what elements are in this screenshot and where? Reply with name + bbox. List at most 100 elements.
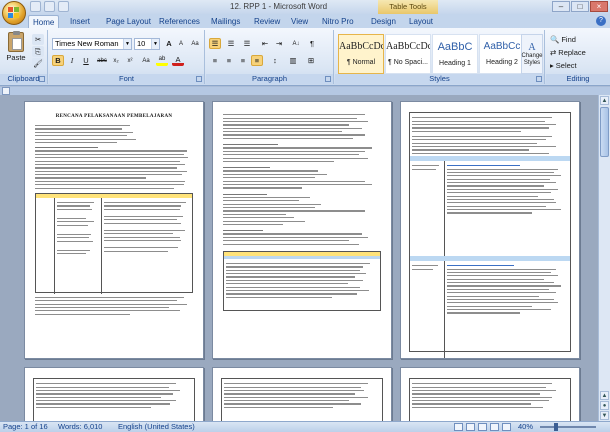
show-formatting-icon[interactable]: ¶ [306,38,318,49]
tab-nitro-pro[interactable]: Nitro Pro [318,15,358,28]
word-count[interactable]: Words: 6,010 [58,422,102,432]
document-page-5[interactable] [212,367,392,421]
font-name-select[interactable]: Times New Roman ▼ [52,38,132,50]
document-area[interactable]: RENCANA PELAKSANAAN PEMBELAJARAN [0,95,598,421]
style-normal[interactable]: AaBbCcDc ¶ Normal [338,34,384,74]
minimize-button[interactable]: – [552,1,570,12]
redo-icon[interactable] [58,1,69,12]
ruler-strip [0,87,610,95]
paragraph-launcher[interactable] [325,76,331,82]
undo-icon[interactable] [44,1,55,12]
style-name: ¶ No Spaci... [388,59,428,66]
vertical-scrollbar[interactable]: ▲ ▲ ● ▼ [598,95,610,421]
scrollbar-thumb[interactable] [600,107,609,157]
change-styles-label: Change Styles [521,52,543,66]
font-size-select[interactable]: 10 ▼ [134,38,160,50]
replace-icon: ⇄ [550,48,557,57]
italic-button[interactable]: I [66,55,78,66]
bullets-icon[interactable]: ☰ [209,38,221,49]
tab-page-layout[interactable]: Page Layout [102,15,155,28]
tab-layout[interactable]: Layout [405,15,437,28]
cut-icon[interactable]: ✂ [32,34,44,45]
align-right-icon[interactable]: ≡ [237,55,249,66]
font-color-button[interactable]: A [172,55,184,66]
font-launcher[interactable] [196,76,202,82]
save-icon[interactable] [30,1,41,12]
numbering-icon[interactable]: ☰ [225,38,237,49]
format-painter-icon[interactable]: 🖌 [32,58,44,69]
styles-launcher[interactable] [536,76,542,82]
subscript-icon[interactable]: x₂ [110,55,122,66]
multilevel-list-icon[interactable]: ☰ [241,38,253,49]
zoom-level[interactable]: 40% [518,422,533,432]
shading-icon[interactable]: ▥ [287,55,299,66]
borders-icon[interactable]: ⊞ [305,55,317,66]
decrease-indent-icon[interactable]: ⇤ [259,38,271,49]
document-page-1[interactable]: RENCANA PELAKSANAAN PEMBELAJARAN [24,101,204,359]
draft-icon[interactable] [502,423,511,431]
clipboard-icon [8,31,24,52]
underline-button[interactable]: U [80,55,92,66]
paste-button[interactable]: Paste [4,31,28,62]
grow-font-button[interactable]: A [163,38,175,49]
clipboard-launcher[interactable] [39,76,45,82]
ruler-toggle-icon[interactable] [2,87,10,95]
tab-insert[interactable]: Insert [66,15,94,28]
chevron-down-icon: ▼ [123,39,131,49]
line-spacing-icon[interactable]: ↕ [269,55,281,66]
increase-indent-icon[interactable]: ⇥ [273,38,285,49]
document-page-4[interactable] [24,367,204,421]
superscript-icon[interactable]: x² [124,55,136,66]
style-heading-1[interactable]: AaBbC Heading 1 [432,34,478,74]
style-name: Heading 1 [439,60,471,67]
style-heading-2[interactable]: AaBbCc Heading 2 [479,34,525,74]
align-center-icon[interactable]: ≡ [223,55,235,66]
close-button[interactable]: × [590,1,608,12]
web-layout-icon[interactable] [478,423,487,431]
editing-group: 🔍 Find ⇄ Replace ▸ Select Editing [546,30,610,84]
change-styles-button[interactable]: A Change Styles [521,34,543,74]
find-button[interactable]: 🔍 Find [550,34,576,45]
align-left-icon[interactable]: ≡ [209,55,221,66]
document-table [221,378,383,421]
next-page-icon[interactable]: ▼ [600,411,609,420]
document-page-3[interactable] [400,101,580,359]
full-screen-reading-icon[interactable] [466,423,475,431]
print-layout-icon[interactable] [454,423,463,431]
tab-design[interactable]: Design [367,15,400,28]
page-count[interactable]: Page: 1 of 16 [3,422,48,432]
scroll-up-icon[interactable]: ▲ [600,96,609,105]
browse-object-icon[interactable]: ● [600,401,609,410]
change-case-icon[interactable]: Aa [140,55,152,66]
copy-icon[interactable]: ⎘ [32,46,44,57]
tab-review[interactable]: Review [250,15,284,28]
tab-mailings[interactable]: Mailings [207,15,244,28]
document-page-6[interactable] [400,367,580,421]
office-button[interactable] [2,1,26,25]
tab-home[interactable]: Home [28,15,60,28]
shrink-font-button[interactable]: A [175,38,187,49]
bold-button[interactable]: B [52,55,64,66]
language-indicator[interactable]: English (United States) [118,422,195,432]
justify-icon[interactable]: ≡ [251,55,263,66]
outline-icon[interactable] [490,423,499,431]
zoom-slider-handle[interactable] [554,423,558,431]
maximize-button[interactable]: □ [571,1,589,12]
style-no-spacing[interactable]: AaBbCcDc ¶ No Spaci... [385,34,431,74]
clear-formatting-button[interactable]: Aa [189,38,201,49]
help-icon[interactable]: ? [596,16,606,26]
style-name: ¶ Normal [346,59,376,66]
replace-button[interactable]: ⇄ Replace [550,47,586,58]
sort-icon[interactable]: A↓ [290,38,302,49]
tab-references[interactable]: References [155,15,204,28]
highlight-button[interactable]: ab [156,55,168,66]
tab-view[interactable]: View [287,15,312,28]
previous-page-icon[interactable]: ▲ [600,391,609,400]
zoom-slider[interactable] [540,426,596,428]
select-button[interactable]: ▸ Select [550,60,577,71]
style-sample: AaBbCc [483,41,521,52]
editing-group-label: Editing [546,74,610,84]
quick-access-toolbar [30,1,69,12]
document-page-2[interactable] [212,101,392,359]
strikethrough-icon[interactable]: abc [96,55,108,66]
